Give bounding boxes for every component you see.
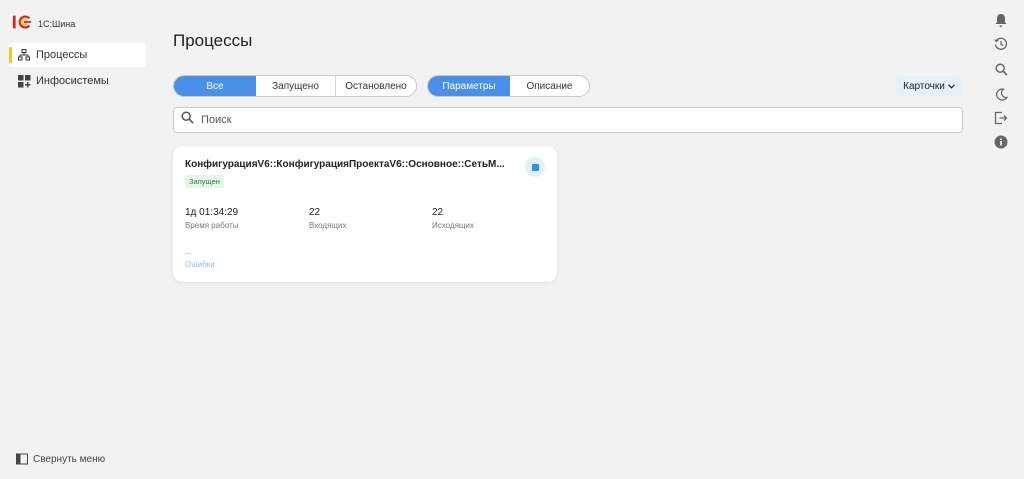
chevron-down-icon xyxy=(947,81,955,92)
tab-parameters[interactable]: Параметры xyxy=(428,76,510,96)
filter-running[interactable]: Запущено xyxy=(256,76,336,96)
errors-metric[interactable]: -- Ошибки xyxy=(185,248,215,270)
errors-label: Ошибки xyxy=(185,260,215,269)
view-mode-dropdown[interactable]: Карточки xyxy=(896,76,962,96)
search-icon xyxy=(181,111,194,129)
filter-stopped[interactable]: Остановлено xyxy=(336,76,416,96)
search-input[interactable] xyxy=(201,114,901,126)
outgoing-value: 22 xyxy=(432,207,444,218)
info-tabs: Параметры Описание xyxy=(427,75,590,97)
history-icon[interactable] xyxy=(993,36,1009,52)
outgoing-metric: 22 Исходящих xyxy=(432,207,474,230)
stop-process-button[interactable] xyxy=(525,157,545,177)
search-icon[interactable] xyxy=(993,61,1009,77)
uptime-label: Время работы xyxy=(185,221,239,230)
errors-value: -- xyxy=(185,248,191,258)
collapse-menu-button[interactable]: Свернуть меню xyxy=(16,453,105,465)
sidebar-collapse-icon xyxy=(16,453,28,465)
exit-icon[interactable] xyxy=(993,110,1009,126)
info-icon[interactable] xyxy=(993,134,1009,150)
sidebar-item-infosystems[interactable]: Инфосистемы xyxy=(9,69,146,93)
bell-icon[interactable] xyxy=(993,12,1009,28)
grid-plus-icon xyxy=(17,74,31,88)
sidebar-item-label: Инфосистемы xyxy=(36,75,109,87)
filter-all[interactable]: Все xyxy=(174,76,256,96)
incoming-metric: 22 Входящих xyxy=(309,207,346,230)
active-indicator xyxy=(9,47,12,63)
app-logo[interactable]: 1С:Шина xyxy=(12,14,75,30)
collapse-menu-label: Свернуть меню xyxy=(33,453,106,465)
incoming-value: 22 xyxy=(309,207,321,218)
status-filter: Все Запущено Остановлено xyxy=(173,75,417,97)
moon-icon[interactable] xyxy=(993,86,1009,102)
view-mode-label: Карточки xyxy=(903,80,945,92)
stop-icon xyxy=(531,163,539,171)
page-title: Процессы xyxy=(173,31,253,50)
status-badge: Запущен xyxy=(185,175,224,188)
incoming-label: Входящих xyxy=(309,221,347,230)
uptime-value: 1д 01:34:29 xyxy=(185,207,239,218)
logo-text: 1С:Шина xyxy=(38,19,76,29)
uptime-metric: 1д 01:34:29 Время работы xyxy=(185,207,238,230)
sidebar: 1С:Шина Процессы Инфосистемы Свернуть ме… xyxy=(0,0,152,479)
sidebar-item-processes[interactable]: Процессы xyxy=(9,43,146,67)
logo-1c-icon xyxy=(12,15,32,29)
hierarchy-icon xyxy=(17,48,31,62)
search-bar xyxy=(173,107,963,133)
tab-description[interactable]: Описание xyxy=(510,76,589,96)
process-title: КонфигурацияV6::КонфигурацияПроектаV6::О… xyxy=(185,159,505,170)
outgoing-label: Исходящих xyxy=(432,221,474,230)
process-card[interactable]: КонфигурацияV6::КонфигурацияПроектаV6::О… xyxy=(173,146,557,282)
sidebar-item-label: Процессы xyxy=(36,49,88,61)
